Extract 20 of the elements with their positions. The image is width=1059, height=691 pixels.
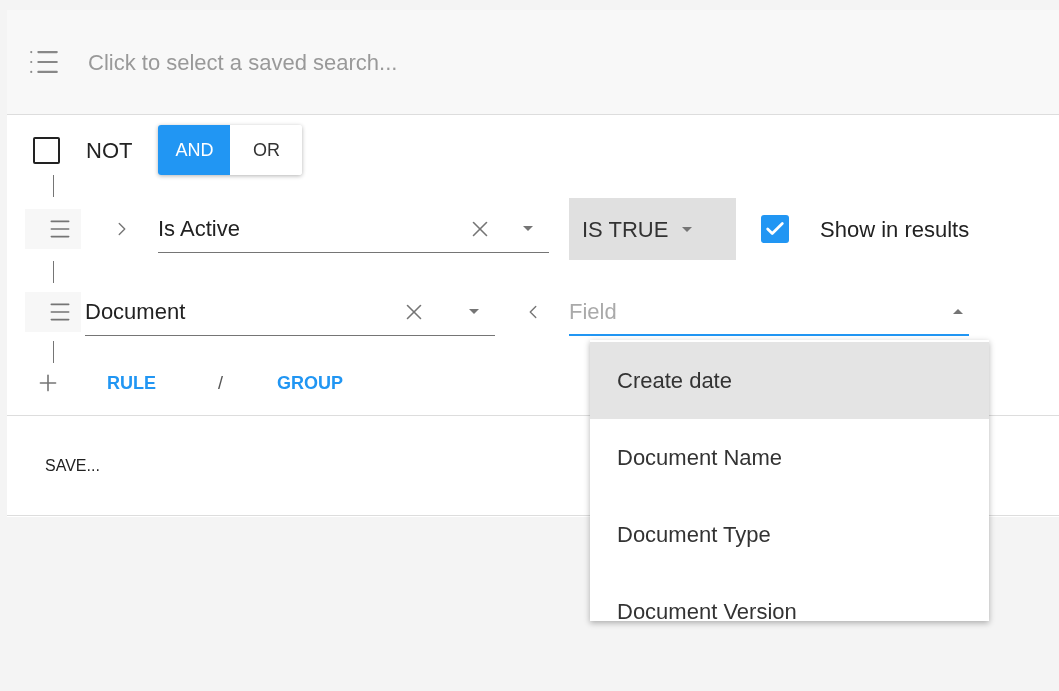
save-button[interactable]: SAVE... — [45, 453, 100, 478]
caret-down-icon[interactable] — [523, 226, 533, 231]
show-in-results-checkbox[interactable] — [761, 215, 789, 243]
menu-item[interactable]: Document Type — [590, 496, 989, 573]
field-select[interactable]: Is Active — [158, 205, 549, 253]
checkbox-label: Show in results — [820, 215, 970, 244]
separator-text: / — [218, 371, 223, 395]
drag-handle-icon[interactable] — [25, 292, 81, 332]
operator-select[interactable]: IS TRUE — [569, 198, 736, 260]
combinator-button[interactable]: OR — [230, 125, 303, 175]
menu-item[interactable]: Document Name — [590, 419, 989, 496]
menu-item[interactable]: Create date — [590, 342, 989, 419]
caret-down-icon[interactable] — [682, 226, 693, 232]
drag-handle-icon[interactable] — [25, 209, 81, 249]
not-label: NOT — [86, 136, 133, 165]
caret-up-icon[interactable] — [953, 308, 963, 314]
not-checkbox[interactable] — [33, 136, 60, 164]
menu-item[interactable]: Document Version — [590, 573, 989, 621]
caret-down-icon[interactable] — [469, 309, 479, 314]
field-select[interactable]: Document — [85, 288, 495, 336]
